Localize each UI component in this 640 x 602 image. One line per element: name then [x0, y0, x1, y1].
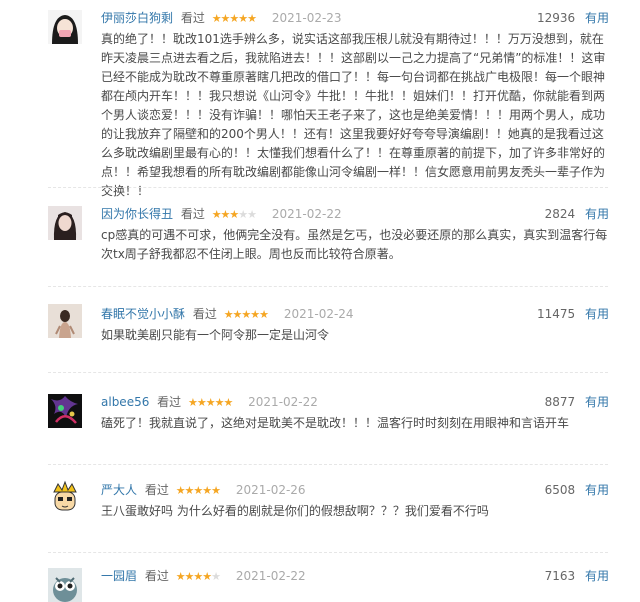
review-date: 2021-02-22 — [235, 569, 306, 583]
avatar[interactable] — [48, 480, 82, 514]
review-item: albee56 看过 ★★★★★ 2021-02-22 8877 有用 磕死了！… — [0, 384, 640, 464]
avatar[interactable] — [48, 10, 82, 44]
divider — [48, 372, 608, 373]
vote-count: 8877 — [544, 395, 576, 409]
avatar[interactable] — [48, 394, 82, 428]
review-date: 2021-02-22 — [248, 395, 318, 409]
useful-button[interactable]: 有用 — [585, 307, 609, 321]
watched-status: 看过 — [180, 207, 205, 221]
divider — [48, 464, 608, 465]
vote-block: 12936 有用 — [537, 10, 609, 26]
rating-stars: ★★★★★ — [188, 396, 233, 409]
rating-stars: ★★★★★ — [211, 208, 257, 221]
vote-block: 6508 有用 — [545, 482, 609, 498]
watched-status: 看过 — [144, 569, 169, 583]
review-item: 严大人 看过 ★★★★★ 2021-02-26 6508 有用 王八蛋敢好吗 为… — [0, 472, 640, 552]
vote-block: 2824 有用 — [545, 206, 609, 222]
username-link[interactable]: 伊丽莎白狗剩 — [101, 11, 173, 25]
divider — [48, 552, 608, 553]
divider — [48, 286, 608, 287]
rating-stars: ★★★★★ — [211, 12, 257, 25]
review-meta: 一园眉 看过 ★★★★★ 2021-02-22 — [101, 568, 306, 584]
useful-button[interactable]: 有用 — [585, 569, 609, 583]
review-meta: 春眠不觉小小酥 看过 ★★★★★ 2021-02-24 — [101, 306, 354, 322]
review-text: 磕死了！我就直说了，这绝对是耽美不是耽改！！！温客行时时刻刻在用眼神和言语开车 — [101, 416, 570, 430]
review-meta: 伊丽莎白狗剩 看过 ★★★★★ 2021-02-23 — [101, 10, 342, 26]
review-meta: 严大人 看过 ★★★★★ 2021-02-26 — [101, 482, 306, 498]
rating-stars: ★★★★★ — [223, 308, 269, 321]
username-link[interactable]: 春眠不觉小小酥 — [101, 307, 185, 321]
review-date: 2021-02-24 — [283, 307, 354, 321]
rating-stars: ★★★★★ — [175, 484, 221, 497]
rating-stars: ★★★★★ — [175, 570, 221, 583]
divider — [48, 187, 608, 188]
useful-button[interactable]: 有用 — [585, 207, 609, 221]
watched-status: 看过 — [180, 11, 205, 25]
useful-button[interactable]: 有用 — [585, 483, 609, 497]
review-text: cp感真的可遇不可求，他俩完全没有。虽然是乞丐，也没必要还原的那么真实，真实到温… — [101, 228, 608, 261]
review-date: 2021-02-23 — [271, 11, 342, 25]
review-date: 2021-02-22 — [271, 207, 342, 221]
avatar[interactable] — [48, 304, 82, 338]
avatar[interactable] — [48, 568, 82, 602]
watched-status: 看过 — [192, 307, 217, 321]
username-link[interactable]: 因为你长得丑 — [101, 207, 173, 221]
watched-status: 看过 — [157, 395, 182, 409]
useful-button[interactable]: 有用 — [585, 11, 609, 25]
review-text: 如果耽美剧只能有一个阿令那一定是山河令 — [101, 328, 330, 342]
useful-button[interactable]: 有用 — [585, 395, 609, 409]
review-meta: albee56 看过 ★★★★★ 2021-02-22 — [101, 394, 318, 410]
review-item: 春眠不觉小小酥 看过 ★★★★★ 2021-02-24 11475 有用 如果耽… — [0, 296, 640, 366]
username-link[interactable]: 一园眉 — [101, 569, 137, 583]
vote-count: 12936 — [536, 11, 576, 25]
vote-count: 7163 — [544, 569, 576, 583]
review-text: 真的绝了！！耽改101选手辨么多，说实话这部我压根儿就没有期待过！！！万万没想到… — [101, 32, 606, 198]
username-link[interactable]: 严大人 — [101, 483, 137, 497]
review-item: 因为你长得丑 看过 ★★★★★ 2021-02-22 2824 有用 cp感真的… — [0, 196, 640, 286]
vote-count: 6508 — [544, 483, 576, 497]
avatar[interactable] — [48, 206, 82, 240]
vote-block: 11475 有用 — [537, 306, 609, 322]
watched-status: 看过 — [144, 483, 169, 497]
vote-block: 7163 有用 — [545, 568, 609, 584]
vote-count: 11475 — [536, 307, 576, 321]
vote-block: 8877 有用 — [545, 394, 609, 410]
vote-count: 2824 — [544, 207, 576, 221]
review-meta: 因为你长得丑 看过 ★★★★★ 2021-02-22 — [101, 206, 342, 222]
review-item: 伊丽莎白狗剩 看过 ★★★★★ 2021-02-23 12936 有用 真的绝了… — [0, 0, 640, 198]
review-item: 一园眉 看过 ★★★★★ 2021-02-22 7163 有用 — [0, 558, 640, 602]
review-text: 王八蛋敢好吗 为什么好看的剧就是你们的假想敌啊？？？我们爱看不行吗 — [101, 504, 489, 518]
username-link[interactable]: albee56 — [101, 395, 149, 409]
review-date: 2021-02-26 — [235, 483, 306, 497]
